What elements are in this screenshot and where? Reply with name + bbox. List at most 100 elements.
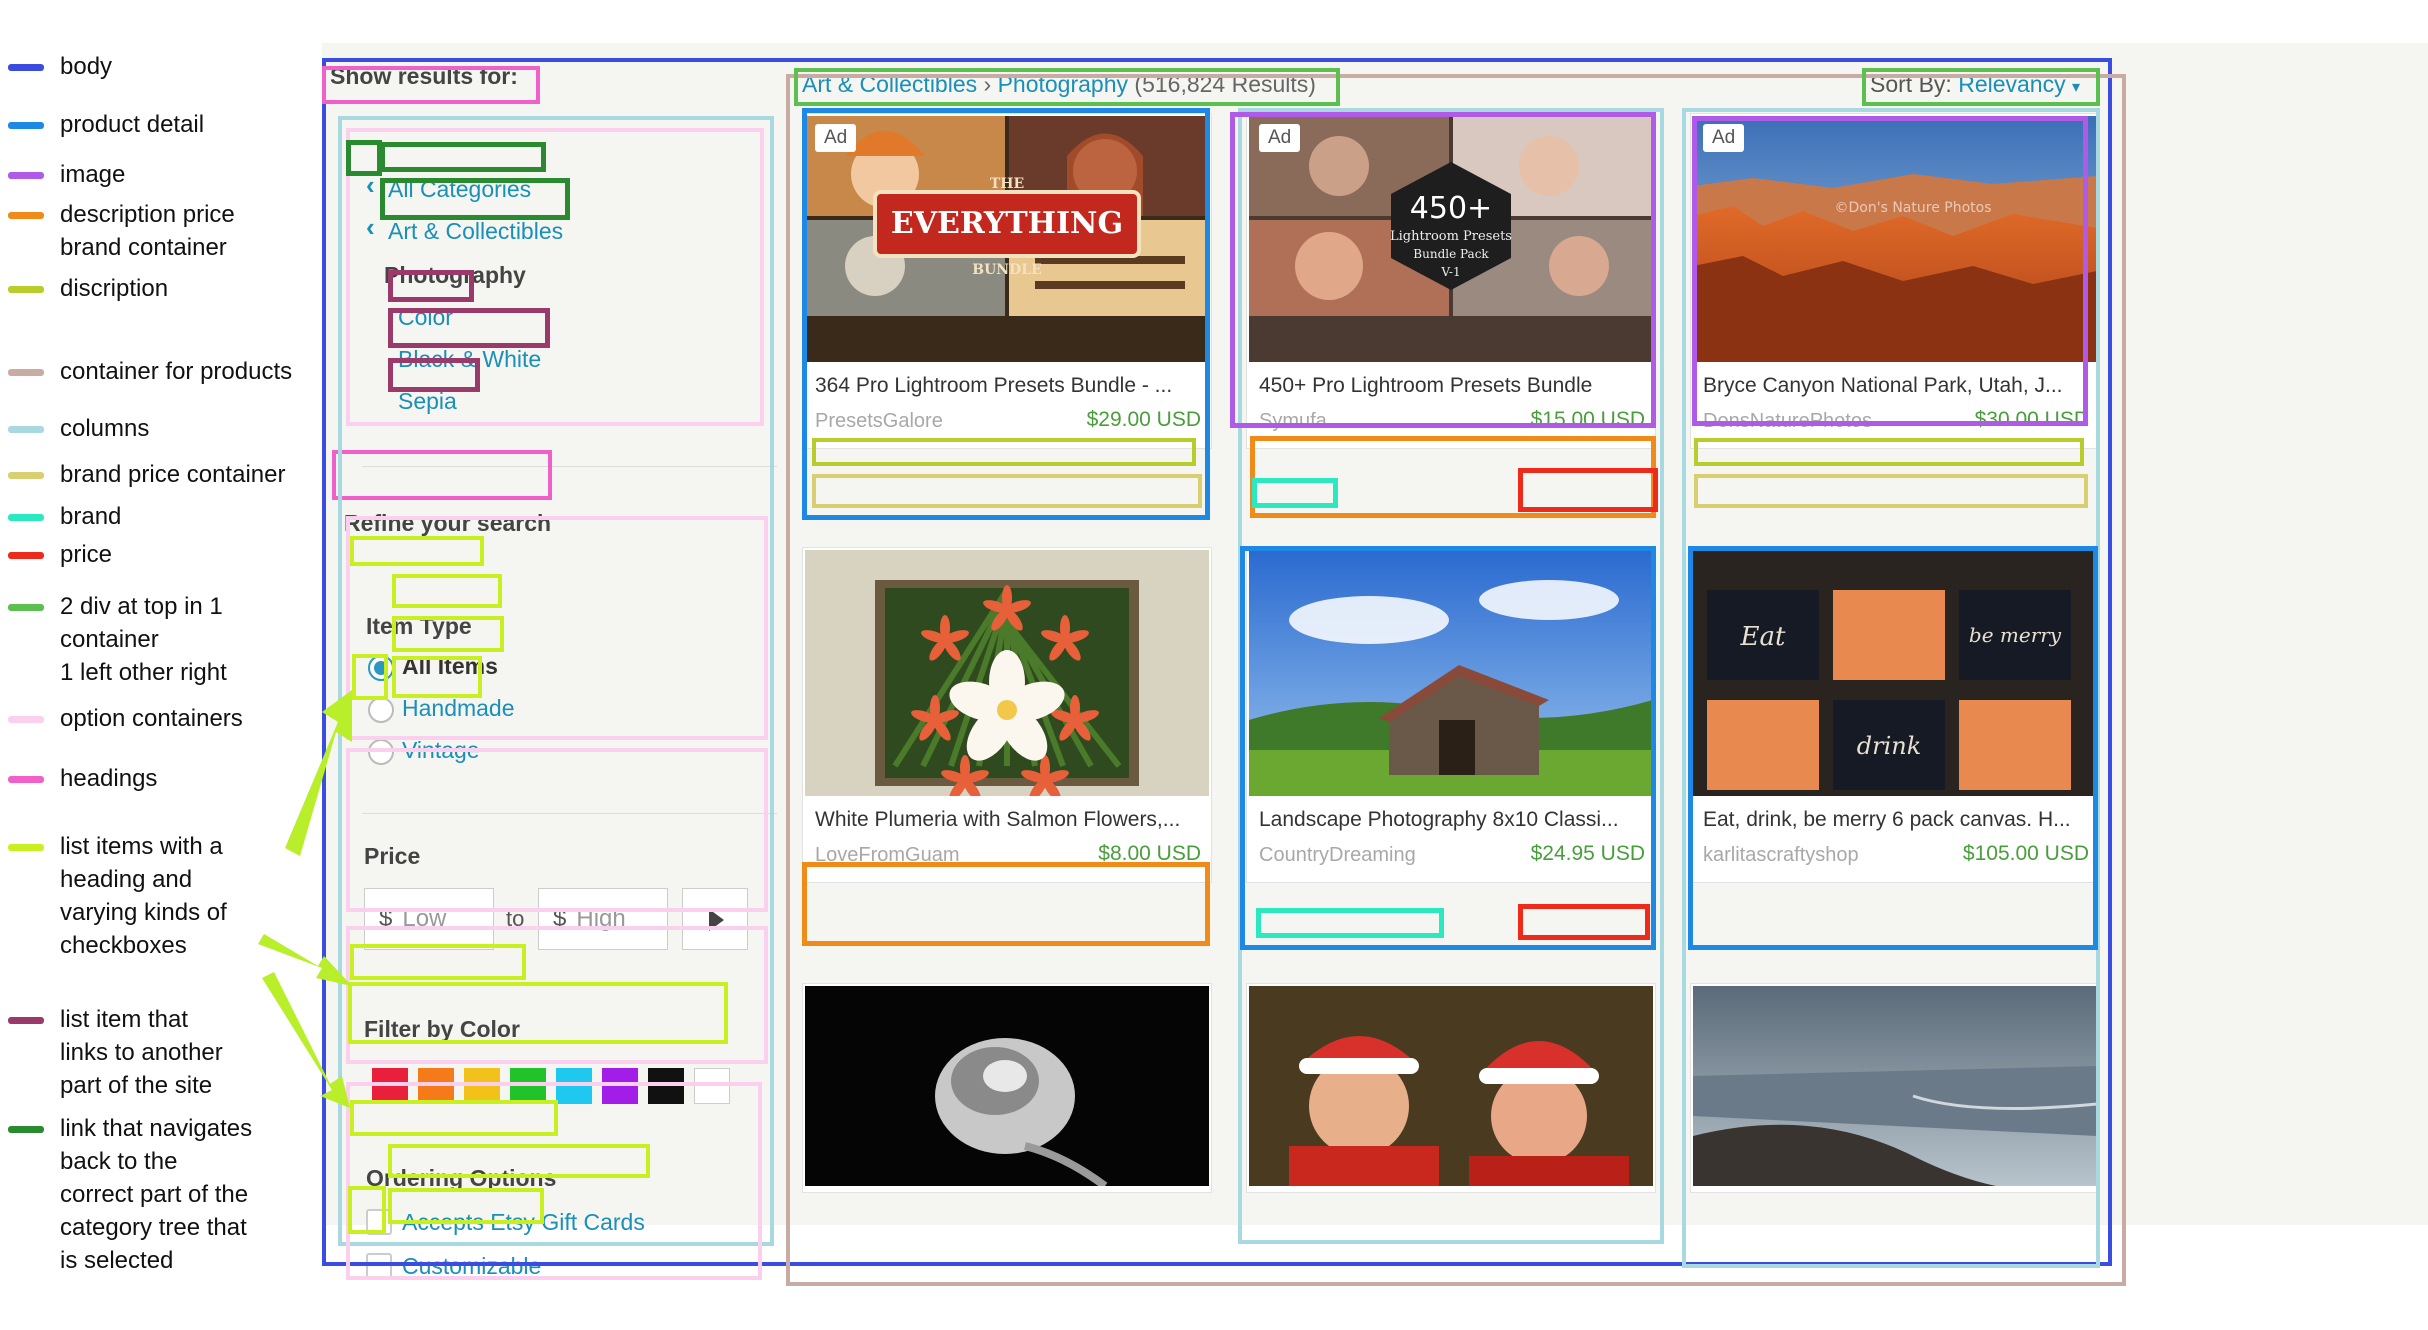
shop-name[interactable]: Symufa bbox=[1259, 410, 1327, 433]
product-image[interactable]: 450+ Lightroom Presets Bundle Pack V-1 bbox=[1249, 116, 1653, 362]
legend-label: description price brand container bbox=[60, 201, 235, 261]
product-image[interactable]: THE EVERYTHING BUNDLE bbox=[805, 116, 1209, 362]
color-swatch[interactable] bbox=[648, 1068, 684, 1104]
radio-all-items[interactable] bbox=[368, 655, 394, 681]
price-high-input[interactable]: $ High bbox=[538, 888, 668, 950]
breadcrumb-separator: › bbox=[983, 71, 992, 97]
legend-label: list items with a heading and varying ki… bbox=[60, 833, 227, 959]
ordering-heading: Ordering Options bbox=[366, 1165, 557, 1191]
product-price: $24.95 USD bbox=[1530, 842, 1645, 865]
product-title[interactable]: Eat, drink, be merry 6 pack canvas. H... bbox=[1703, 808, 2087, 832]
sort-by-value[interactable]: Relevancy bbox=[1958, 71, 2065, 97]
legend-swatch bbox=[8, 172, 44, 179]
color-swatch[interactable] bbox=[418, 1068, 454, 1104]
breadcrumb: Art & Collectibles › Photography (516,82… bbox=[802, 71, 1316, 98]
product-image[interactable] bbox=[1249, 986, 1653, 1186]
product-image[interactable] bbox=[1249, 550, 1653, 796]
svg-text:Lightroom Presets: Lightroom Presets bbox=[1390, 229, 1512, 244]
ordering-options: Ordering Options Accepts Etsy Gift Cards… bbox=[362, 1163, 777, 1303]
annotation-legend: body product detail image description price… bbox=[0, 0, 320, 1330]
subcategory-black-white[interactable]: Black & White bbox=[398, 346, 541, 373]
color-swatch[interactable] bbox=[510, 1068, 546, 1104]
product-card[interactable]: 450+ Lightroom Presets Bundle Pack V-1 Ad… bbox=[1246, 113, 1656, 449]
legend-label: 2 div at top in 1 container 1 left other… bbox=[60, 593, 227, 686]
product-title[interactable]: 364 Pro Lightroom Presets Bundle - ... bbox=[815, 374, 1199, 398]
svg-text:EVERYTHING: EVERYTHING bbox=[891, 206, 1123, 241]
shop-name[interactable]: PresetsGalore bbox=[815, 410, 943, 433]
art-collectibles-link[interactable]: Art & Collectibles bbox=[388, 218, 563, 245]
legend-swatch bbox=[8, 1017, 44, 1024]
legend-label: discription bbox=[60, 275, 169, 302]
refine-heading: Refine your search bbox=[344, 510, 552, 536]
option-customizable[interactable]: Customizable bbox=[402, 1253, 541, 1280]
filter-sidebar: ‹ All Categories ‹ Art & Collectibles Ph… bbox=[332, 118, 777, 1279]
ad-badge: Ad bbox=[1259, 124, 1301, 152]
chevron-left-icon[interactable]: ‹ bbox=[366, 170, 375, 201]
product-image[interactable] bbox=[805, 986, 1209, 1186]
product-card[interactable]: Landscape Photography 8x10 Classi... Coun… bbox=[1246, 547, 1656, 883]
results-count: (516,824 Results) bbox=[1134, 71, 1316, 97]
product-card[interactable] bbox=[1690, 983, 2100, 1193]
breadcrumb-photography[interactable]: Photography bbox=[998, 71, 1128, 97]
color-swatch[interactable] bbox=[694, 1068, 730, 1104]
legend-swatch bbox=[8, 472, 44, 479]
legend-label: product detail bbox=[60, 111, 205, 138]
all-categories-link[interactable]: All Categories bbox=[388, 176, 531, 203]
product-card[interactable]: ©Don's Nature Photos Ad Bryce Canyon Natio… bbox=[1690, 113, 2100, 449]
category-tree: ‹ All Categories ‹ Art & Collectibles Ph… bbox=[362, 166, 777, 467]
shop-name[interactable]: CountryDreaming bbox=[1259, 844, 1416, 867]
product-grid: THE EVERYTHING BUNDLE Ad 364 Pro Lightroom… bbox=[802, 113, 2428, 1223]
shop-name[interactable]: DonsNaturePhotos bbox=[1703, 410, 1872, 433]
legend-swatch bbox=[8, 64, 44, 71]
color-swatch[interactable] bbox=[464, 1068, 500, 1104]
chevron-down-icon: ▾ bbox=[2071, 79, 2081, 96]
subcategory-sepia[interactable]: Sepia bbox=[398, 388, 457, 415]
color-swatch[interactable] bbox=[372, 1068, 408, 1104]
product-image[interactable]: Eat be merry drink bbox=[1693, 550, 2097, 796]
radio-vintage[interactable] bbox=[368, 739, 394, 765]
product-card[interactable]: White Plumeria with Salmon Flowers,... Lo… bbox=[802, 547, 1212, 883]
item-type-heading: Item Type bbox=[366, 613, 472, 639]
legend-swatch bbox=[8, 514, 44, 521]
product-card[interactable] bbox=[802, 983, 1212, 1193]
radio-handmade[interactable] bbox=[368, 697, 394, 723]
product-card[interactable]: Eat be merry drink Eat, drink, be merry 6… bbox=[1690, 547, 2100, 883]
option-gift-cards[interactable]: Accepts Etsy Gift Cards bbox=[402, 1209, 645, 1236]
option-vintage[interactable]: Vintage bbox=[402, 737, 480, 764]
svg-text:THE: THE bbox=[990, 176, 1024, 192]
legend-label: list item that links to another part of … bbox=[60, 1006, 223, 1099]
product-title[interactable]: Bryce Canyon National Park, Utah, J... bbox=[1703, 374, 2087, 398]
svg-text:BUNDLE: BUNDLE bbox=[972, 262, 1042, 278]
svg-text:Eat: Eat bbox=[1740, 622, 1786, 652]
price-low-input[interactable]: $ Low bbox=[364, 888, 494, 950]
option-all-items[interactable]: All Items bbox=[402, 653, 498, 680]
product-title[interactable]: Landscape Photography 8x10 Classi... bbox=[1259, 808, 1643, 832]
subcategory-color[interactable]: Color bbox=[398, 304, 453, 331]
legend-swatch bbox=[8, 776, 44, 783]
show-results-heading: Show results for: bbox=[330, 63, 518, 89]
item-type-filter: Item Type All Items Handmade Vintage bbox=[362, 613, 777, 814]
shop-name[interactable]: karlitascraftyshop bbox=[1703, 844, 1859, 867]
color-filter: Filter by Color bbox=[362, 1008, 777, 1128]
breadcrumb-art-collectibles[interactable]: Art & Collectibles bbox=[802, 71, 977, 97]
product-title[interactable]: 450+ Pro Lightroom Presets Bundle bbox=[1259, 374, 1643, 398]
sort-by-control[interactable]: Sort By: Relevancy ▾ bbox=[1870, 71, 2080, 98]
product-image[interactable] bbox=[805, 550, 1209, 796]
option-handmade[interactable]: Handmade bbox=[402, 695, 515, 722]
price-submit-button[interactable] bbox=[682, 888, 748, 950]
product-image[interactable] bbox=[1693, 986, 2097, 1186]
checkbox-gift-cards[interactable] bbox=[366, 1209, 392, 1235]
svg-text:drink: drink bbox=[1857, 732, 1922, 760]
product-image[interactable]: ©Don's Nature Photos bbox=[1693, 116, 2097, 362]
chevron-left-icon[interactable]: ‹ bbox=[366, 212, 375, 243]
product-title[interactable]: White Plumeria with Salmon Flowers,... bbox=[815, 808, 1199, 832]
color-swatch[interactable] bbox=[602, 1068, 638, 1104]
checkbox-customizable[interactable] bbox=[366, 1253, 392, 1279]
product-card[interactable]: THE EVERYTHING BUNDLE Ad 364 Pro Lightroom… bbox=[802, 113, 1212, 449]
svg-text:©Don's Nature Photos: ©Don's Nature Photos bbox=[1835, 200, 1992, 216]
product-price: $30.00 USD bbox=[1974, 408, 2089, 431]
shop-name[interactable]: LoveFromGuam bbox=[815, 844, 960, 867]
product-card[interactable] bbox=[1246, 983, 1656, 1193]
svg-text:450+: 450+ bbox=[1410, 191, 1492, 226]
color-swatch[interactable] bbox=[556, 1068, 592, 1104]
